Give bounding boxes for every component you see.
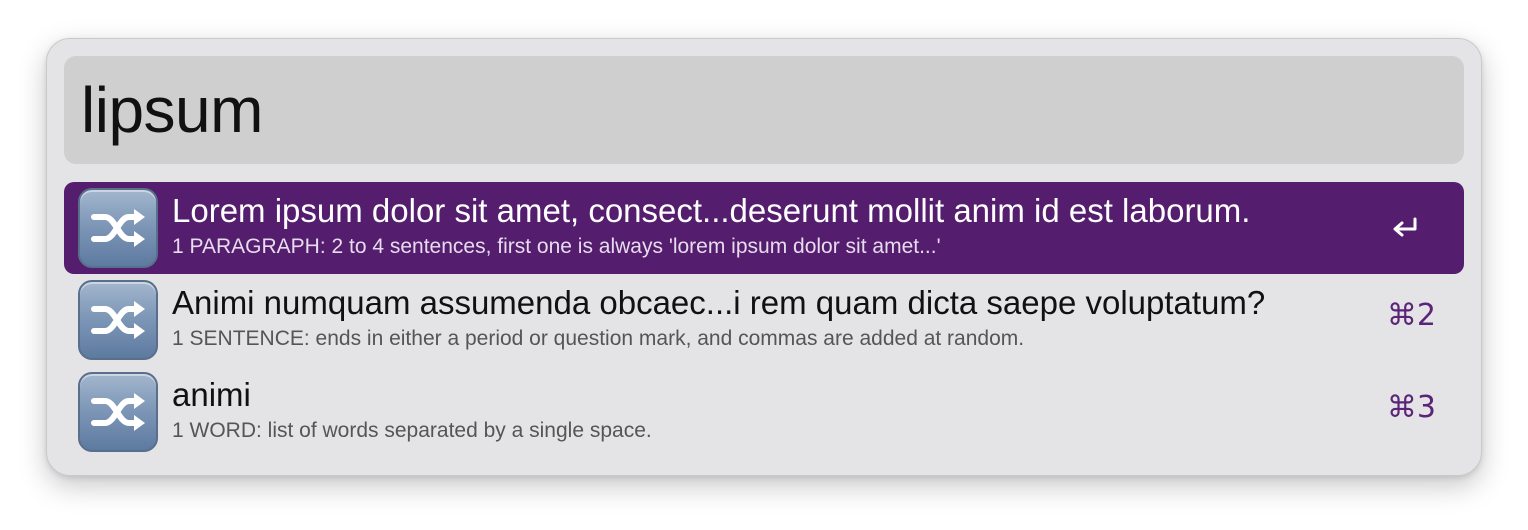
result-item-2[interactable]: Animi numquam assumenda obcaec...i rem q… [64, 274, 1464, 366]
shuffle-icon [78, 372, 158, 452]
launcher-window: lipsum Lorem ipsum dolor sit amet, conse… [46, 38, 1482, 476]
shortcut-label: ⌘2 [1386, 298, 1436, 333]
result-item-1[interactable]: Lorem ipsum dolor sit amet, consect...de… [64, 182, 1464, 274]
search-query[interactable]: lipsum [81, 78, 263, 142]
search-input[interactable]: lipsum [64, 56, 1464, 164]
result-title: Animi numquam assumenda obcaec...i rem q… [172, 284, 1266, 321]
result-title: animi [172, 376, 251, 413]
result-subtitle: 1 PARAGRAPH: 2 to 4 sentences, first one… [172, 235, 941, 258]
result-subtitle: 1 SENTENCE: ends in either a period or q… [172, 327, 1025, 350]
shortcut-label: ⌘3 [1386, 390, 1436, 425]
return-icon [1393, 217, 1417, 237]
result-item-3[interactable]: animi 1 WORD: list of words separated by… [64, 366, 1464, 458]
result-subtitle: 1 WORD: list of words separated by a sin… [172, 419, 652, 442]
shuffle-icon [78, 280, 158, 360]
result-title: Lorem ipsum dolor sit amet, consect...de… [172, 192, 1251, 229]
shuffle-icon [78, 188, 158, 268]
